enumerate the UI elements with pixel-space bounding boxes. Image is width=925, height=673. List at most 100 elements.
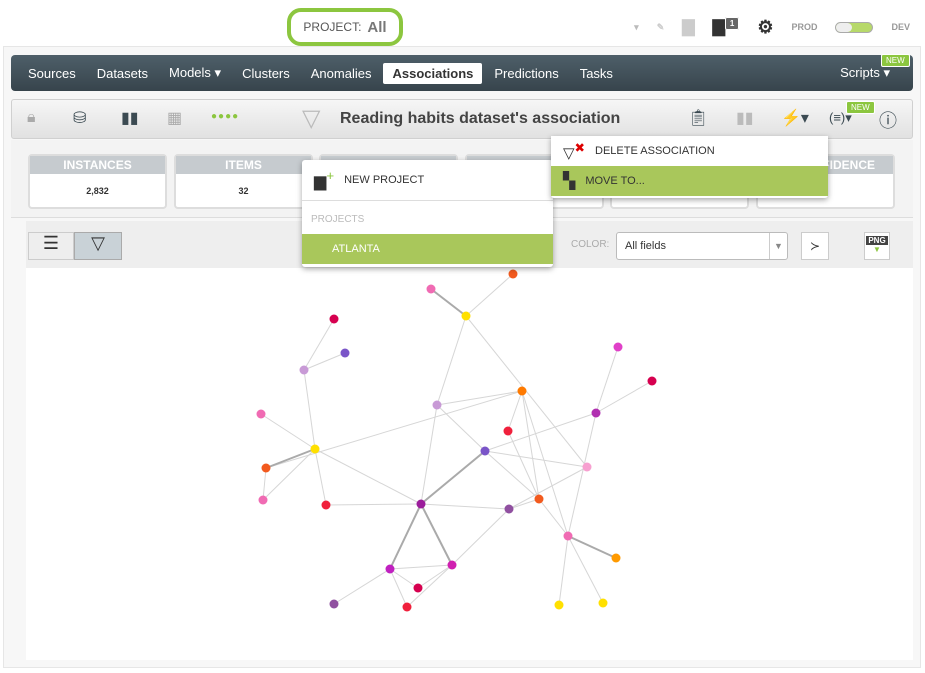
nav-tasks[interactable]: Tasks <box>571 63 622 84</box>
delete-association-icon: ▽✖ <box>563 141 586 162</box>
png-export-button[interactable]: PNG ▼ <box>864 232 890 260</box>
move-to-item[interactable]: ▚ MOVE TO... <box>551 166 828 196</box>
graph-edge <box>507 390 523 432</box>
graph-edge <box>436 315 467 406</box>
add-chart-icon[interactable]: ▮▮ <box>736 108 754 128</box>
graph-edge <box>303 352 346 371</box>
color-label: COLOR: <box>571 239 610 250</box>
graph-node[interactable] <box>554 600 564 610</box>
graph-edge <box>303 318 335 371</box>
graph-node[interactable] <box>563 531 573 541</box>
graph-edge <box>420 450 486 505</box>
sample-icon[interactable]: ▦ <box>167 108 182 128</box>
graph-edge <box>333 568 391 605</box>
delete-label: DELETE ASSOCIATION <box>595 145 715 157</box>
settings-icon[interactable]: ⚙ <box>757 17 773 38</box>
color-value: All fields <box>625 240 666 252</box>
graph-node[interactable] <box>613 342 623 352</box>
dataset-icon[interactable]: ⛁ <box>73 108 86 128</box>
graph-node[interactable] <box>447 560 457 570</box>
graph-node[interactable] <box>261 463 271 473</box>
graph-edge <box>595 346 619 414</box>
graph-view-button[interactable]: ▽ <box>74 232 122 260</box>
graph-node[interactable] <box>461 311 471 321</box>
association-graph[interactable] <box>26 268 913 660</box>
graph-node[interactable] <box>611 553 621 563</box>
toolbar-new-badge: NEW <box>846 101 875 114</box>
graph-node[interactable] <box>647 376 657 386</box>
lock-icon[interactable]: 🔒︎ <box>27 109 36 127</box>
progress-dots-icon: ●●●● <box>211 111 240 122</box>
graph-node[interactable] <box>591 408 601 418</box>
graph-node[interactable] <box>598 598 608 608</box>
graph-edge <box>325 503 422 506</box>
graph-node[interactable] <box>504 504 514 514</box>
graph-edge <box>406 564 453 608</box>
new-folder-icon[interactable]: ▇ <box>682 17 694 37</box>
graph-svg[interactable] <box>26 268 913 660</box>
dropdown-icon[interactable]: ▾ <box>634 22 639 33</box>
graph-edge <box>262 467 267 501</box>
env-toggle[interactable] <box>835 21 874 33</box>
stat-value: 32 <box>238 186 249 196</box>
graph-edge <box>521 390 569 537</box>
project-label: PROJECT: <box>303 20 362 34</box>
delete-association-item[interactable]: ▽✖ DELETE ASSOCIATION <box>551 136 828 166</box>
prod-label: PROD <box>791 22 818 32</box>
nav-clusters[interactable]: Clusters <box>233 63 299 84</box>
nav-datasets[interactable]: Datasets <box>88 63 157 84</box>
nav-models[interactable]: Models ▾ <box>160 62 230 84</box>
graph-node[interactable] <box>517 386 527 396</box>
info-icon[interactable]: ⓘ <box>879 107 897 133</box>
projects-count: 1 <box>724 16 740 30</box>
nav-anomalies[interactable]: Anomalies <box>302 63 381 84</box>
graph-node[interactable] <box>416 499 426 509</box>
nav-predictions[interactable]: Predictions <box>485 63 567 84</box>
download-icon[interactable]: 📋︎ <box>688 108 708 128</box>
new-project-label: NEW PROJECT <box>344 174 425 186</box>
graph-node[interactable] <box>258 495 268 505</box>
nav-scripts-label: Scripts <box>840 65 880 80</box>
project-item-atlanta[interactable]: ATLANTA <box>302 234 553 264</box>
graph-node[interactable] <box>508 269 518 279</box>
model-icon[interactable]: ▮▮ <box>121 108 139 128</box>
actions-icon[interactable]: ⚡▾ <box>781 108 809 128</box>
actions-menu: ▽✖ DELETE ASSOCIATION ▚ MOVE TO... <box>551 136 828 198</box>
graph-edge <box>389 503 422 570</box>
project-selector[interactable]: PROJECT: All <box>287 8 403 46</box>
nav-models-label: Models <box>169 65 211 80</box>
graph-node[interactable] <box>426 284 436 294</box>
graph-node[interactable] <box>432 400 442 410</box>
nav-sources[interactable]: Sources <box>19 63 85 84</box>
nav-associations[interactable]: Associations <box>383 62 483 84</box>
graph-node[interactable] <box>385 564 395 574</box>
graph-node[interactable] <box>329 599 339 609</box>
graph-node[interactable] <box>413 583 423 593</box>
graph-node[interactable] <box>329 314 339 324</box>
graph-edge <box>265 448 316 469</box>
graph-edge <box>303 369 316 450</box>
graph-node[interactable] <box>402 602 412 612</box>
graph-node[interactable] <box>480 446 490 456</box>
projects-section-label: PROJECTS <box>302 200 553 234</box>
graph-node[interactable] <box>340 348 350 358</box>
graph-node[interactable] <box>582 462 592 472</box>
edit-icon[interactable]: ✎ <box>657 22 665 33</box>
graph-edge <box>420 503 510 510</box>
graph-node[interactable] <box>310 444 320 454</box>
filter-button[interactable]: ≻ <box>801 232 829 260</box>
color-select[interactable]: All fields ▼ <box>616 232 788 260</box>
list-view-button[interactable]: ☰ <box>28 232 74 260</box>
graph-node[interactable] <box>256 409 266 419</box>
projects-icon[interactable]: ▇ 1 <box>713 16 740 37</box>
graph-edge <box>465 273 514 317</box>
top-icons: ▾ ✎ ▇ ▇ 1 ⚙ PROD DEV <box>634 14 910 40</box>
graph-node[interactable] <box>299 365 309 375</box>
new-project-item[interactable]: ▆+ NEW PROJECT <box>302 160 553 200</box>
project-value: All <box>367 18 387 36</box>
graph-edge <box>558 535 569 606</box>
graph-node[interactable] <box>321 500 331 510</box>
graph-node[interactable] <box>534 494 544 504</box>
graph-node[interactable] <box>503 426 513 436</box>
graph-edge <box>314 448 422 505</box>
